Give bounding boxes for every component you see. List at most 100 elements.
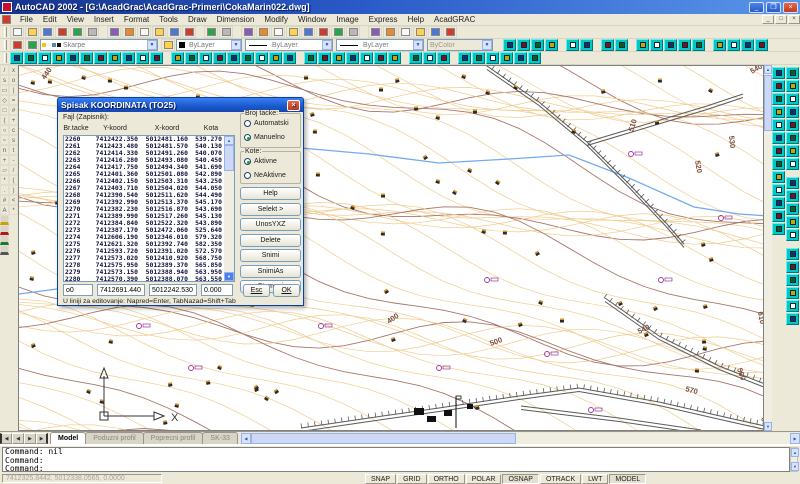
linetype-combo[interactable]: ByLayer▼	[245, 39, 333, 51]
acadgrac-tool-icon[interactable]	[772, 67, 785, 79]
acadgrac-tool-icon[interactable]	[615, 39, 628, 51]
restore-icon[interactable]: ❐	[766, 2, 781, 13]
acadgrac-tool-icon[interactable]	[786, 190, 799, 202]
modify-tool-icon[interactable]: =	[9, 95, 18, 105]
save-icon[interactable]	[40, 26, 54, 38]
lineweight-combo[interactable]: ByLayer▼	[336, 39, 424, 51]
modify-tool-icon[interactable]: )	[9, 185, 18, 195]
acadgrac-tool-icon[interactable]	[566, 39, 579, 51]
radio-automatski[interactable]: Automatski	[244, 118, 298, 129]
toolbar-grip[interactable]	[4, 27, 7, 37]
table-scroll-thumb[interactable]	[224, 145, 234, 171]
new-icon[interactable]	[10, 26, 24, 38]
modify-tool-icon[interactable]: x	[9, 65, 18, 75]
scroll-right-icon[interactable]: ▶	[790, 433, 800, 444]
select-button[interactable]: Selekt >	[240, 203, 301, 216]
acadgrac-tool-icon[interactable]	[388, 52, 401, 64]
acadgrac-tool-icon[interactable]	[786, 158, 799, 170]
zoom-out-icon[interactable]	[383, 26, 397, 38]
chevron-down-icon[interactable]: ▼	[482, 40, 492, 50]
acadgrac-tool-icon[interactable]	[692, 39, 705, 51]
cmd-scroll-up-icon[interactable]: ▲	[791, 448, 799, 457]
acadgrac-tool-icon[interactable]	[241, 52, 254, 64]
acadgrac-tool-icon[interactable]	[786, 261, 799, 273]
table-scroll-down-icon[interactable]: ▼	[224, 272, 234, 281]
zoom-window-icon[interactable]	[271, 26, 285, 38]
tab-model[interactable]: Model	[50, 432, 86, 444]
pan-realtime-icon[interactable]	[241, 26, 255, 38]
modify-tool-icon[interactable]: s	[9, 135, 18, 145]
radio-icon[interactable]	[244, 172, 251, 179]
acadgrac-tool-icon[interactable]	[786, 313, 799, 325]
undo-icon[interactable]	[167, 26, 181, 38]
acadgrac-tool-icon[interactable]	[786, 145, 799, 157]
acadgrac-tool-icon[interactable]	[24, 52, 37, 64]
acadgrac-tool-icon[interactable]	[122, 52, 135, 64]
acadgrac-tool-icon[interactable]	[786, 119, 799, 131]
command-scrollbar[interactable]: ▲ ▼	[790, 447, 798, 472]
acadgrac-tool-icon[interactable]	[786, 229, 799, 241]
acadgrac-tool-icon[interactable]	[374, 52, 387, 64]
acadgrac-tool-icon[interactable]	[332, 52, 345, 64]
acadgrac-tool-icon[interactable]	[136, 52, 149, 64]
menu-window[interactable]: Window	[293, 15, 331, 24]
acadgrac-tool-icon[interactable]	[94, 52, 107, 64]
acadgrac-tool-icon[interactable]	[772, 80, 785, 92]
acadgrac-tool-icon[interactable]	[786, 67, 799, 79]
draw-tool-icon[interactable]: □	[0, 105, 9, 115]
acadgrac-tool-icon[interactable]	[601, 39, 614, 51]
chevron-down-icon[interactable]: ▼	[231, 40, 241, 50]
status-toggle-polar[interactable]: POLAR	[466, 474, 502, 484]
hscroll-thumb[interactable]	[251, 433, 516, 444]
ok-button[interactable]: OK	[273, 284, 300, 297]
radio-icon[interactable]	[244, 158, 251, 165]
status-toggle-model[interactable]: MODEL	[609, 474, 646, 484]
acadgrac-tool-icon[interactable]	[80, 52, 93, 64]
point-a-icon[interactable]	[219, 26, 233, 38]
acadgrac-tool-icon[interactable]	[772, 106, 785, 118]
print-icon[interactable]	[55, 26, 69, 38]
match-properties-icon[interactable]	[152, 26, 166, 38]
menu-view[interactable]: View	[62, 15, 89, 24]
zoom-in-icon[interactable]	[368, 26, 382, 38]
acadgrac-tool-icon[interactable]	[500, 52, 513, 64]
acadgrac-tool-icon[interactable]	[678, 39, 691, 51]
y-coordinate-input[interactable]	[97, 284, 145, 296]
acadgrac-tool-icon[interactable]	[650, 39, 663, 51]
cmd-scroll-down-icon[interactable]: ▼	[791, 462, 799, 471]
open-icon[interactable]	[25, 26, 39, 38]
radio-neaktivne[interactable]: NeAktivne	[244, 170, 298, 181]
mdi-minimize-icon[interactable]: _	[762, 15, 774, 24]
acadgrac-tool-icon[interactable]	[786, 132, 799, 144]
acadgrac-tool-icon[interactable]	[545, 39, 558, 51]
mdi-close-icon[interactable]: ×	[788, 15, 800, 24]
print-preview-icon[interactable]	[70, 26, 84, 38]
help-button[interactable]: Help	[240, 187, 301, 200]
table-row[interactable]: 22807412570.3905012388.070563.550	[64, 276, 224, 281]
acadgrac-tool-icon[interactable]	[199, 52, 212, 64]
draw-tool-icon[interactable]: +	[0, 155, 9, 165]
toolbar-grip[interactable]	[4, 53, 7, 63]
status-toggle-snap[interactable]: SNAP	[365, 474, 396, 484]
acadgrac-tool-icon[interactable]	[772, 223, 785, 235]
tab-poduzni-profil[interactable]: Poduzni profil	[85, 432, 143, 444]
status-toggle-lwt[interactable]: LWT	[582, 474, 608, 484]
acadgrac-tool-icon[interactable]	[786, 300, 799, 312]
grac-tool-icon[interactable]	[0, 225, 9, 235]
plotstyle-combo[interactable]: ByColor▼	[427, 39, 493, 51]
menu-acadgrac[interactable]: AcadGRAC	[429, 15, 480, 24]
modify-tool-icon[interactable]: |	[9, 85, 18, 95]
draw-tool-icon[interactable]: .	[0, 185, 9, 195]
copy-icon[interactable]	[122, 26, 136, 38]
radio-manuelno[interactable]: Manuelno	[244, 132, 298, 143]
acadgrac-tool-icon[interactable]	[636, 39, 649, 51]
menu-tools[interactable]: Tools	[154, 15, 183, 24]
acadgrac-tool-icon[interactable]	[664, 39, 677, 51]
acadgrac-tool-icon[interactable]	[786, 248, 799, 260]
menu-help[interactable]: Help	[403, 15, 429, 24]
chevron-down-icon[interactable]: ▼	[147, 40, 157, 50]
acadgrac-tool-icon[interactable]	[786, 216, 799, 228]
draw-tool-icon[interactable]: s	[0, 75, 9, 85]
save-as-button[interactable]: SnimiAs	[240, 265, 301, 278]
modify-tool-icon[interactable]: <	[9, 195, 18, 205]
